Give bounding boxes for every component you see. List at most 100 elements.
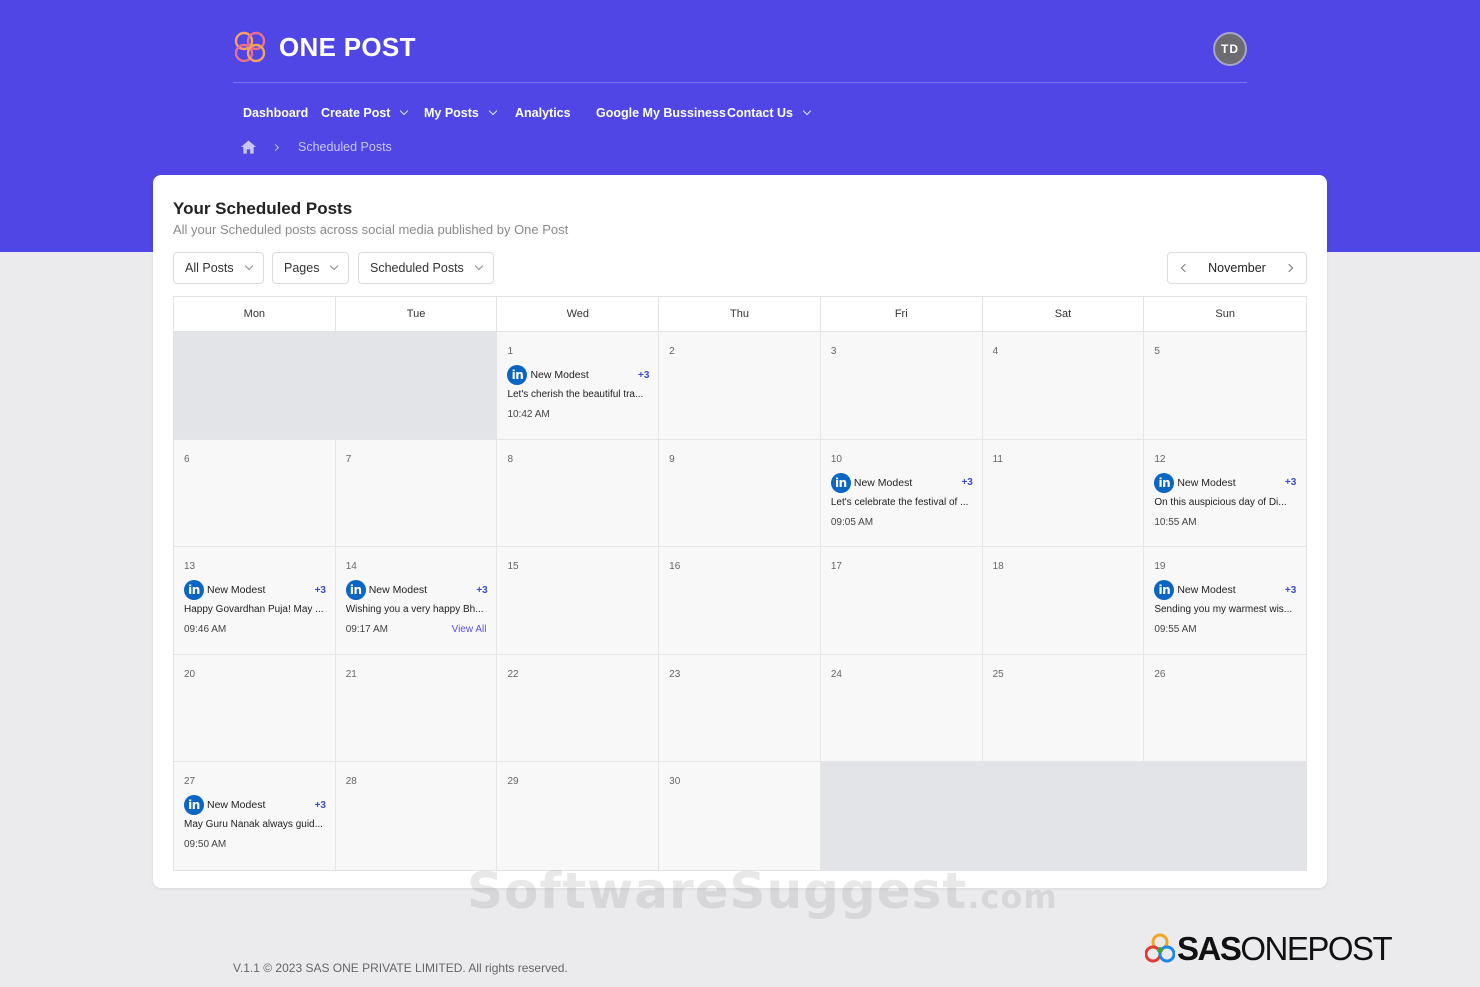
- more-accounts-badge[interactable]: +3: [638, 370, 649, 381]
- calendar-day-cell[interactable]: 11: [982, 439, 1145, 546]
- chevron-down-icon: [330, 261, 339, 271]
- calendar-day-cell[interactable]: 27 in New Modest +3 May Guru Nanak always gu…: [174, 762, 336, 870]
- more-accounts-badge[interactable]: +3: [1285, 585, 1296, 596]
- calendar-day-cell[interactable]: 12 in New Modest +3 On this auspicious day o…: [1144, 439, 1307, 546]
- calendar-day-cell[interactable]: 14 in New Modest +3 Wishing you a very happy…: [335, 547, 498, 654]
- nav-contact-us[interactable]: Contact Us: [727, 106, 812, 120]
- nav-analytics[interactable]: Analytics: [515, 106, 571, 120]
- day-number: 26: [1154, 668, 1166, 680]
- day-number: 20: [184, 668, 196, 680]
- weekday-header: Wed: [497, 297, 660, 331]
- calendar-day-cell[interactable]: 25: [982, 654, 1145, 761]
- view-all-link[interactable]: View All: [452, 624, 487, 635]
- scheduled-post[interactable]: in New Modest +3: [184, 795, 326, 815]
- calendar-day-cell[interactable]: 19 in New Modest +3 Sending you my warmest w…: [1144, 547, 1307, 654]
- calendar-day-cell[interactable]: 1 in New Modest +3 Let's cherish the beautif…: [497, 332, 660, 439]
- calendar-day-cell[interactable]: 22: [497, 654, 660, 761]
- day-number: 14: [345, 561, 357, 572]
- watermark-suffix: .com: [967, 878, 1058, 916]
- scheduled-post[interactable]: in New Modest +3: [507, 365, 649, 385]
- post-time: 09:55 AM: [1154, 624, 1197, 635]
- post-preview-text[interactable]: Wishing you a very happy Bh...: [346, 604, 488, 615]
- calendar-day-cell[interactable]: 2: [659, 332, 821, 439]
- sas-logo-text: SASONEPOST: [1177, 930, 1393, 968]
- calendar-empty-cell: [1144, 762, 1307, 870]
- calendar-day-cell[interactable]: 21: [335, 654, 498, 761]
- calendar-day-cell[interactable]: 3: [820, 332, 983, 439]
- post-account-name: New Modest: [207, 584, 266, 596]
- brand[interactable]: ONE POST: [233, 30, 416, 64]
- calendar-day-cell[interactable]: 15: [497, 547, 660, 654]
- post-account-name: New Modest: [207, 799, 266, 811]
- post-time: 09:46 AM: [184, 624, 227, 635]
- more-accounts-badge[interactable]: +3: [1285, 477, 1296, 488]
- weekday-header: Tue: [336, 297, 498, 331]
- calendar-week-row: 20 21 22 23 24 25 26: [174, 654, 1307, 762]
- day-number: 25: [992, 668, 1004, 680]
- filter-scheduled-posts[interactable]: Scheduled Posts: [358, 252, 494, 284]
- filter-label: Scheduled Posts: [370, 261, 464, 275]
- more-accounts-badge[interactable]: +3: [476, 585, 487, 596]
- calendar-day-cell[interactable]: 26: [1144, 654, 1307, 761]
- day-number: 7: [345, 453, 352, 465]
- post-preview-text[interactable]: May Guru Nanak always guid...: [184, 819, 326, 830]
- calendar-day-cell[interactable]: 9: [659, 439, 821, 546]
- calendar-day-cell[interactable]: 30: [659, 762, 821, 870]
- current-month: November: [1208, 261, 1266, 275]
- day-number: 19: [1154, 561, 1166, 572]
- day-number: 13: [184, 561, 196, 572]
- more-accounts-badge[interactable]: +3: [315, 800, 326, 811]
- scheduled-post[interactable]: in New Modest +3: [1154, 472, 1296, 493]
- calendar-day-cell[interactable]: 24: [820, 654, 983, 761]
- day-number: 22: [507, 668, 519, 680]
- calendar-day-cell[interactable]: 8: [497, 439, 660, 546]
- more-accounts-badge[interactable]: +3: [961, 477, 972, 488]
- nav-my-posts[interactable]: My Posts: [424, 106, 498, 120]
- calendar-day-cell[interactable]: 18: [982, 547, 1145, 654]
- calendar-day-cell[interactable]: 4: [982, 332, 1145, 439]
- home-icon[interactable]: [241, 140, 256, 154]
- post-preview-text[interactable]: Happy Govardhan Puja! May ...: [184, 604, 326, 615]
- day-number: 8: [507, 453, 513, 465]
- filter-label: Pages: [284, 261, 320, 275]
- scheduled-post[interactable]: in New Modest +3: [345, 580, 488, 600]
- day-number: 1: [507, 346, 513, 357]
- post-preview-text[interactable]: Let's celebrate the festival of ...: [831, 497, 973, 508]
- nav-create-post[interactable]: Create Post: [321, 106, 409, 120]
- chevron-right-icon[interactable]: [1284, 263, 1294, 273]
- calendar-day-cell[interactable]: 20: [174, 654, 336, 761]
- calendar-grid: Mon Tue Wed Thu Fri Sat Sun 1 in New Modest +3 Let…: [173, 296, 1307, 871]
- post-preview-text[interactable]: Let's cherish the beautiful tra...: [507, 389, 649, 400]
- calendar-day-cell[interactable]: 5: [1144, 332, 1307, 439]
- calendar-day-cell[interactable]: 28: [335, 762, 498, 870]
- calendar-day-cell[interactable]: 29: [497, 762, 660, 870]
- post-account-name: New Modest: [1177, 476, 1236, 489]
- calendar-day-cell[interactable]: 23: [659, 654, 821, 761]
- day-number: 5: [1154, 346, 1160, 357]
- calendar-empty-cell: [335, 332, 498, 439]
- brand-name: ONE POST: [279, 31, 416, 62]
- calendar-day-cell[interactable]: 10 in New Modest +3 Let's celebrate the fest…: [820, 439, 983, 546]
- watermark: SoftwareSuggest.com: [467, 862, 1058, 920]
- calendar-day-cell[interactable]: 16: [659, 547, 821, 654]
- filter-pages[interactable]: Pages: [272, 252, 350, 284]
- scheduled-post[interactable]: in New Modest +3: [830, 472, 973, 493]
- weekday-header: Sun: [1215, 308, 1235, 320]
- nav-dashboard[interactable]: Dashboard: [243, 106, 308, 120]
- nav-google-my-business[interactable]: Google My Bussiness: [596, 106, 726, 120]
- day-number: 29: [507, 776, 519, 787]
- post-preview-text[interactable]: Sending you my warmest wis...: [1154, 604, 1296, 615]
- linkedin-icon: in: [830, 472, 851, 493]
- calendar-day-cell[interactable]: 17: [820, 547, 983, 654]
- more-accounts-badge[interactable]: +3: [315, 585, 326, 596]
- calendar-day-cell[interactable]: 13 in New Modest +3 Happy Govardhan Puja! Ma…: [174, 547, 336, 654]
- filter-all-posts[interactable]: All Posts: [173, 252, 264, 284]
- post-preview-text[interactable]: On this auspicious day of Di...: [1154, 497, 1296, 508]
- breadcrumb: Scheduled Posts: [241, 140, 392, 154]
- user-avatar[interactable]: TD: [1213, 32, 1247, 66]
- scheduled-post[interactable]: in New Modest +3: [1154, 580, 1296, 600]
- scheduled-post[interactable]: in New Modest +3: [184, 580, 326, 600]
- chevron-left-icon[interactable]: [1180, 263, 1190, 273]
- calendar-day-cell[interactable]: 7: [335, 439, 498, 546]
- calendar-day-cell[interactable]: 6: [174, 439, 336, 546]
